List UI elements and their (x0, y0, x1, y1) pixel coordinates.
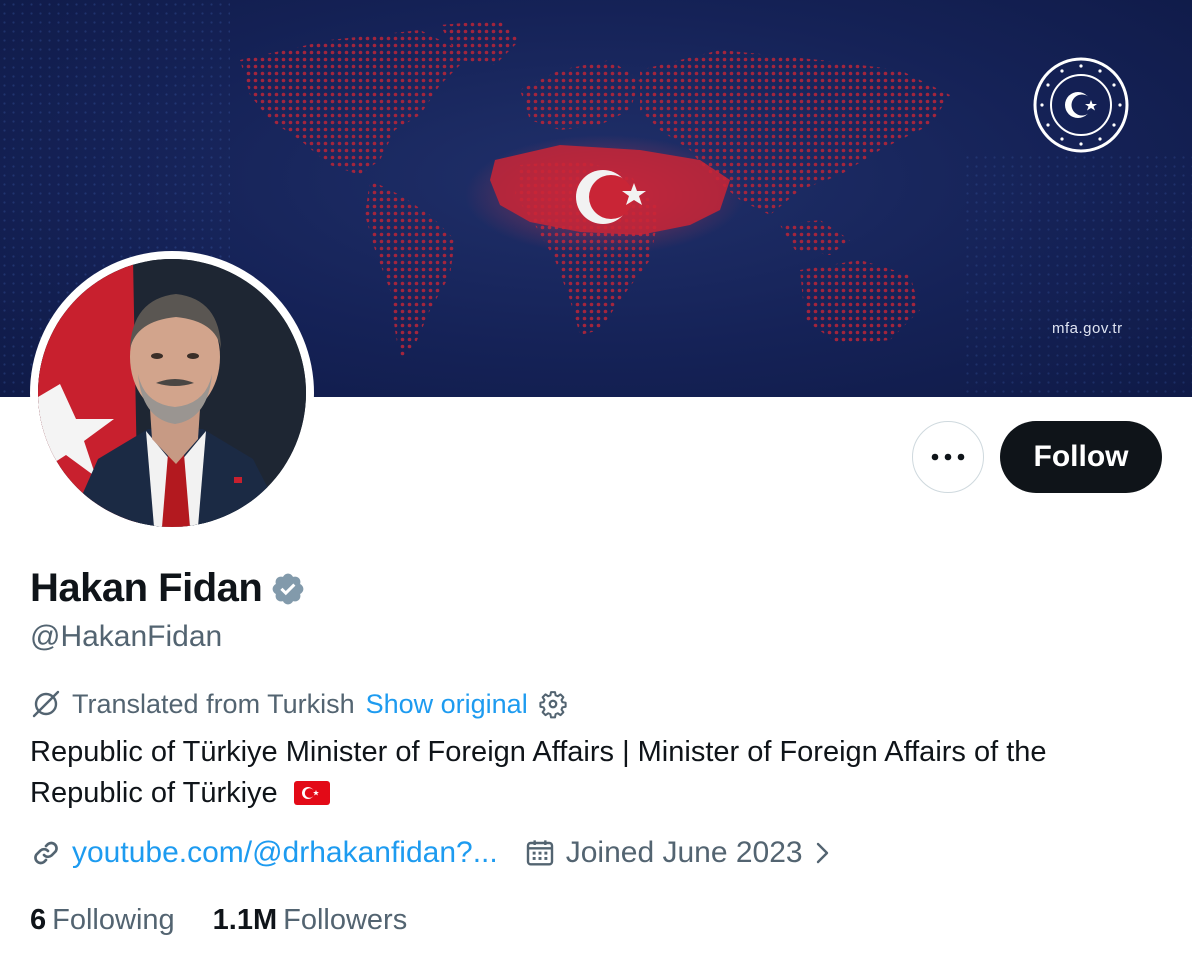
avatar[interactable] (30, 251, 314, 535)
show-original-link[interactable]: Show original (366, 689, 528, 720)
followers-label: Followers (283, 904, 408, 936)
banner-site-label: mfa.gov.tr (1052, 320, 1123, 337)
calendar-icon (526, 840, 553, 866)
following-label: Following (52, 904, 175, 936)
followers-link[interactable]: 1.1M Followers (213, 904, 408, 937)
verified-badge-icon[interactable] (270, 571, 306, 607)
followers-count: 1.1M (212, 904, 278, 936)
profile-handle: @HakanFidan (30, 620, 223, 653)
more-options-button[interactable] (912, 421, 984, 493)
profile-meta-row: youtube.com/@drhakanfidan?... Joined Jun… (30, 836, 835, 870)
following-count: 6 (30, 904, 47, 936)
profile-bio: Republic of Türkiye Minister of Foreign … (30, 732, 1150, 814)
translation-row: Translated from Turkish Show original (30, 688, 568, 720)
joined-date[interactable]: Joined June 2023 (566, 836, 803, 870)
follow-button[interactable]: Follow (1000, 421, 1162, 493)
website-link[interactable]: youtube.com/@drhakanfidan?... (72, 836, 498, 870)
chevron-right-icon[interactable] (811, 838, 835, 868)
translated-from-text: Translated from Turkish (72, 688, 355, 719)
follow-stats: 6 Following 1.1M Followers (30, 904, 407, 937)
bio-text: Republic of Türkiye Minister of Foreign … (30, 736, 1047, 809)
avatar-photo (38, 259, 306, 527)
gear-icon[interactable] (538, 689, 568, 719)
profile-name: Hakan Fidan (30, 566, 263, 610)
translate-icon (32, 690, 60, 718)
turkey-flag-icon (293, 781, 330, 805)
link-icon (34, 841, 58, 865)
profile-name-row: Hakan Fidan (30, 566, 306, 611)
mfa-seal-icon (1033, 57, 1129, 153)
more-options-icon (931, 453, 965, 461)
following-link[interactable]: 6 Following (30, 904, 175, 937)
